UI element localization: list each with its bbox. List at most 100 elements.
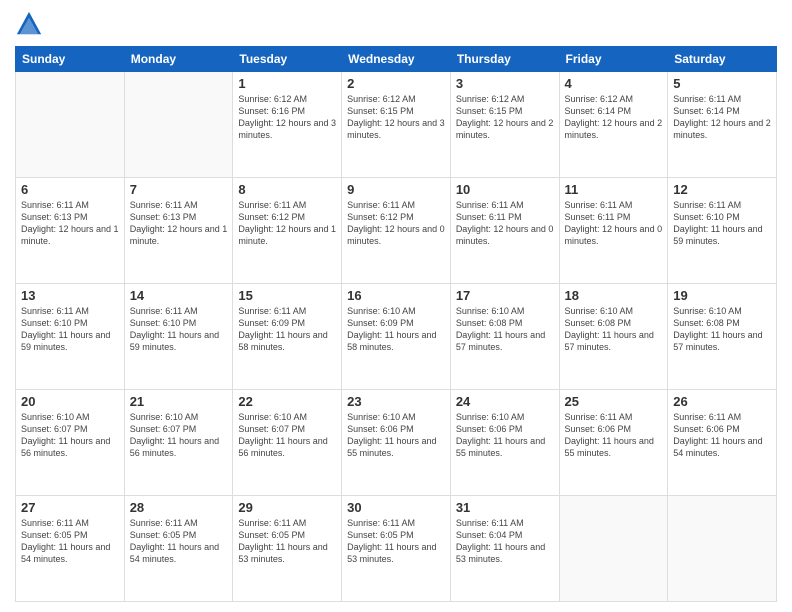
day-header-tuesday: Tuesday xyxy=(233,47,342,72)
day-number: 25 xyxy=(565,394,663,409)
day-info: Sunrise: 6:10 AM Sunset: 6:07 PM Dayligh… xyxy=(238,411,336,460)
calendar-cell: 6 Sunrise: 6:11 AM Sunset: 6:13 PM Daylig… xyxy=(16,178,125,284)
day-info: Sunrise: 6:11 AM Sunset: 6:05 PM Dayligh… xyxy=(21,517,119,566)
day-info: Sunrise: 6:11 AM Sunset: 6:06 PM Dayligh… xyxy=(565,411,663,460)
calendar-cell: 5Sunrise: 6:11 AM Sunset: 6:14 PM Daylig… xyxy=(668,72,777,178)
calendar-cell: 8Sunrise: 6:11 AM Sunset: 6:12 PM Daylig… xyxy=(233,178,342,284)
day-info: Sunrise: 6:10 AM Sunset: 6:08 PM Dayligh… xyxy=(565,305,663,354)
day-info: Sunrise: 6:11 AM Sunset: 6:09 PM Dayligh… xyxy=(238,305,336,354)
calendar-week-5: 27 Sunrise: 6:11 AM Sunset: 6:05 PM Dayli… xyxy=(16,496,777,602)
day-number: 11 xyxy=(565,182,663,197)
day-info: Sunrise: 6:11 AM Sunset: 6:05 PM Dayligh… xyxy=(238,517,336,566)
calendar-cell: 17 Sunrise: 6:10 AM Sunset: 6:08 PM Dayli… xyxy=(450,284,559,390)
calendar-cell: 16 Sunrise: 6:10 AM Sunset: 6:09 PM Dayli… xyxy=(342,284,451,390)
calendar-cell: 29 Sunrise: 6:11 AM Sunset: 6:05 PM Dayli… xyxy=(233,496,342,602)
day-info: Sunrise: 6:10 AM Sunset: 6:06 PM Dayligh… xyxy=(456,411,554,460)
day-info: Sunrise: 6:12 AM Sunset: 6:15 PM Dayligh… xyxy=(456,93,554,142)
day-info: Sunrise: 6:10 AM Sunset: 6:07 PM Dayligh… xyxy=(130,411,228,460)
calendar-cell: 21Sunrise: 6:10 AM Sunset: 6:07 PM Dayli… xyxy=(124,390,233,496)
day-number: 8 xyxy=(238,182,336,197)
day-info: Sunrise: 6:11 AM Sunset: 6:13 PM Dayligh… xyxy=(130,199,228,248)
day-number: 1 xyxy=(238,76,336,91)
calendar-cell xyxy=(124,72,233,178)
day-header-monday: Monday xyxy=(124,47,233,72)
day-number: 13 xyxy=(21,288,119,303)
day-number: 2 xyxy=(347,76,445,91)
calendar-cell: 22 Sunrise: 6:10 AM Sunset: 6:07 PM Dayli… xyxy=(233,390,342,496)
day-number: 27 xyxy=(21,500,119,515)
day-number: 9 xyxy=(347,182,445,197)
day-info: Sunrise: 6:11 AM Sunset: 6:11 PM Dayligh… xyxy=(565,199,663,248)
logo-icon xyxy=(15,10,43,38)
calendar-cell: 15 Sunrise: 6:11 AM Sunset: 6:09 PM Dayli… xyxy=(233,284,342,390)
day-number: 20 xyxy=(21,394,119,409)
day-number: 17 xyxy=(456,288,554,303)
day-number: 14 xyxy=(130,288,228,303)
calendar-cell: 26Sunrise: 6:11 AM Sunset: 6:06 PM Dayli… xyxy=(668,390,777,496)
calendar-cell: 14Sunrise: 6:11 AM Sunset: 6:10 PM Dayli… xyxy=(124,284,233,390)
calendar-cell: 2Sunrise: 6:12 AM Sunset: 6:15 PM Daylig… xyxy=(342,72,451,178)
day-number: 22 xyxy=(238,394,336,409)
calendar-cell xyxy=(559,496,668,602)
day-number: 23 xyxy=(347,394,445,409)
calendar-cell: 9Sunrise: 6:11 AM Sunset: 6:12 PM Daylig… xyxy=(342,178,451,284)
calendar-cell: 27 Sunrise: 6:11 AM Sunset: 6:05 PM Dayli… xyxy=(16,496,125,602)
day-info: Sunrise: 6:11 AM Sunset: 6:04 PM Dayligh… xyxy=(456,517,554,566)
calendar-cell: 23 Sunrise: 6:10 AM Sunset: 6:06 PM Dayli… xyxy=(342,390,451,496)
calendar-cell: 7 Sunrise: 6:11 AM Sunset: 6:13 PM Daylig… xyxy=(124,178,233,284)
day-header-sunday: Sunday xyxy=(16,47,125,72)
day-number: 19 xyxy=(673,288,771,303)
logo xyxy=(15,10,45,38)
calendar-cell: 1 Sunrise: 6:12 AM Sunset: 6:16 PM Daylig… xyxy=(233,72,342,178)
day-info: Sunrise: 6:11 AM Sunset: 6:10 PM Dayligh… xyxy=(21,305,119,354)
day-number: 29 xyxy=(238,500,336,515)
day-number: 6 xyxy=(21,182,119,197)
day-number: 16 xyxy=(347,288,445,303)
day-info: Sunrise: 6:11 AM Sunset: 6:05 PM Dayligh… xyxy=(347,517,445,566)
calendar-cell: 11 Sunrise: 6:11 AM Sunset: 6:11 PM Dayli… xyxy=(559,178,668,284)
day-info: Sunrise: 6:10 AM Sunset: 6:09 PM Dayligh… xyxy=(347,305,445,354)
header xyxy=(15,10,777,38)
calendar-cell: 28 Sunrise: 6:11 AM Sunset: 6:05 PM Dayli… xyxy=(124,496,233,602)
calendar-cell xyxy=(16,72,125,178)
day-info: Sunrise: 6:12 AM Sunset: 6:14 PM Dayligh… xyxy=(565,93,663,142)
day-info: Sunrise: 6:11 AM Sunset: 6:10 PM Dayligh… xyxy=(673,199,771,248)
day-info: Sunrise: 6:10 AM Sunset: 6:07 PM Dayligh… xyxy=(21,411,119,460)
day-number: 4 xyxy=(565,76,663,91)
calendar-week-4: 20 Sunrise: 6:10 AM Sunset: 6:07 PM Dayli… xyxy=(16,390,777,496)
calendar-cell: 3 Sunrise: 6:12 AM Sunset: 6:15 PM Daylig… xyxy=(450,72,559,178)
calendar-cell: 10Sunrise: 6:11 AM Sunset: 6:11 PM Dayli… xyxy=(450,178,559,284)
calendar-header-row: SundayMondayTuesdayWednesdayThursdayFrid… xyxy=(16,47,777,72)
calendar-cell: 30 Sunrise: 6:11 AM Sunset: 6:05 PM Dayli… xyxy=(342,496,451,602)
day-number: 5 xyxy=(673,76,771,91)
calendar-cell: 31 Sunrise: 6:11 AM Sunset: 6:04 PM Dayli… xyxy=(450,496,559,602)
day-info: Sunrise: 6:12 AM Sunset: 6:16 PM Dayligh… xyxy=(238,93,336,142)
day-info: Sunrise: 6:10 AM Sunset: 6:06 PM Dayligh… xyxy=(347,411,445,460)
day-number: 3 xyxy=(456,76,554,91)
day-number: 30 xyxy=(347,500,445,515)
day-number: 12 xyxy=(673,182,771,197)
calendar-week-3: 13 Sunrise: 6:11 AM Sunset: 6:10 PM Dayli… xyxy=(16,284,777,390)
day-info: Sunrise: 6:11 AM Sunset: 6:05 PM Dayligh… xyxy=(130,517,228,566)
day-number: 24 xyxy=(456,394,554,409)
calendar-table: SundayMondayTuesdayWednesdayThursdayFrid… xyxy=(15,46,777,602)
day-info: Sunrise: 6:10 AM Sunset: 6:08 PM Dayligh… xyxy=(673,305,771,354)
day-info: Sunrise: 6:10 AM Sunset: 6:08 PM Dayligh… xyxy=(456,305,554,354)
day-number: 18 xyxy=(565,288,663,303)
day-number: 28 xyxy=(130,500,228,515)
day-header-thursday: Thursday xyxy=(450,47,559,72)
day-header-wednesday: Wednesday xyxy=(342,47,451,72)
day-number: 7 xyxy=(130,182,228,197)
calendar-week-1: 1 Sunrise: 6:12 AM Sunset: 6:16 PM Daylig… xyxy=(16,72,777,178)
calendar-cell: 12 Sunrise: 6:11 AM Sunset: 6:10 PM Dayli… xyxy=(668,178,777,284)
day-number: 10 xyxy=(456,182,554,197)
page: SundayMondayTuesdayWednesdayThursdayFrid… xyxy=(0,0,792,612)
day-number: 15 xyxy=(238,288,336,303)
day-number: 26 xyxy=(673,394,771,409)
calendar-cell: 19 Sunrise: 6:10 AM Sunset: 6:08 PM Dayli… xyxy=(668,284,777,390)
day-info: Sunrise: 6:11 AM Sunset: 6:13 PM Dayligh… xyxy=(21,199,119,248)
day-number: 31 xyxy=(456,500,554,515)
calendar-week-2: 6 Sunrise: 6:11 AM Sunset: 6:13 PM Daylig… xyxy=(16,178,777,284)
calendar-cell: 18 Sunrise: 6:10 AM Sunset: 6:08 PM Dayli… xyxy=(559,284,668,390)
calendar-cell: 25 Sunrise: 6:11 AM Sunset: 6:06 PM Dayli… xyxy=(559,390,668,496)
